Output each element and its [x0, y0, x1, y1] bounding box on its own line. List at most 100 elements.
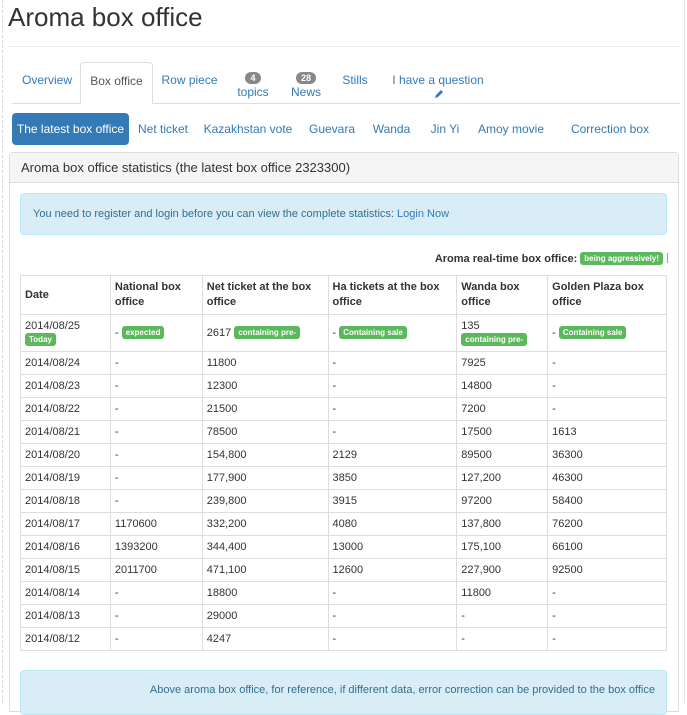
pill-amoy-movie[interactable]: Amoy movie [477, 113, 545, 145]
cell-ha-tickets: - [327, 374, 458, 398]
cell-date: 2014/08/21 [20, 420, 111, 444]
tab-overview-label: Overview [21, 73, 72, 87]
pill-correction-box-office[interactable]: Correction box office [558, 113, 662, 168]
golden-sale-badge: Containing sale [558, 326, 627, 339]
cell-ha-tickets: 2129 [327, 443, 458, 467]
cell-net-ticket: 11800 [201, 351, 329, 375]
cell-golden-plaza: - [547, 627, 667, 651]
net-presale-badge: containing pre- [234, 326, 301, 339]
tab-stills[interactable]: Stills [338, 62, 372, 103]
cell-national: - [109, 351, 203, 375]
pencil-icon [434, 90, 443, 98]
wanda-presale-badge: containing pre- [461, 332, 528, 346]
cell-wanda: 7925 [456, 351, 549, 375]
cell-wanda: 97200 [456, 489, 549, 513]
cell-date: 2014/08/24 [20, 351, 111, 375]
cell-national: - [109, 627, 203, 651]
login-now-link[interactable]: Login Now [397, 208, 449, 220]
cell-date: 2014/08/18 [20, 489, 111, 513]
cell-wanda: 17500 [456, 420, 549, 444]
cell-national: - [109, 489, 203, 513]
cell-net-ticket: 78500 [201, 420, 329, 444]
cell-ha-tickets: - [327, 604, 458, 628]
cell-golden-plaza: - [547, 604, 667, 628]
cell-net-ticket: 21500 [201, 397, 329, 421]
cell-ha-tickets: - [327, 397, 458, 421]
table-row: 2014/08/20-154,800 2129 89500 36300 [20, 443, 667, 467]
cell-national: - [109, 443, 203, 467]
table-row: 2014/08/17 1170600 332,200 4080 137,800 76200 [20, 512, 667, 536]
header-net-ticket: Net ticket at the box office [201, 275, 329, 315]
cell-golden-plaza: - [547, 374, 667, 398]
table-header-row: Date National box office Net ticket at t… [20, 275, 667, 315]
sub-nav-pills: The latest box office Net ticket Kazakhs… [12, 113, 680, 168]
tab-stills-label: Stills [342, 73, 368, 87]
tab-box-office[interactable]: Box office [80, 62, 153, 104]
realtime-label: Aroma real-time box office: [434, 253, 578, 265]
pill-latest-box-office[interactable]: The latest box office [12, 113, 129, 145]
cell-date: 2014/08/19 [20, 466, 111, 490]
login-alert: You need to register and login before yo… [20, 193, 667, 235]
table-row: 2014/08/25 Today - expected 2617 containi… [20, 314, 667, 352]
cell-net-ticket: 239,800 [201, 489, 329, 513]
cell-wanda: - [456, 604, 549, 628]
cell-net-ticket: 344,400 [201, 535, 329, 559]
tab-row-piece[interactable]: Row piece [158, 62, 221, 103]
cell-date: 2014/08/15 [20, 558, 111, 582]
pill-wanda[interactable]: Wanda [369, 113, 414, 145]
topics-count-badge: 4 [245, 72, 261, 84]
wanda-value: 135 [461, 319, 480, 332]
tab-news[interactable]: 28 News [286, 62, 326, 103]
national-value: - [114, 327, 119, 339]
ha-sale-badge: Containing sale [339, 326, 407, 339]
cell-net-ticket: 154,800 [201, 443, 329, 467]
tab-topics[interactable]: 4 topics [233, 62, 273, 103]
expected-badge: expected [121, 326, 165, 339]
cell-wanda: 14800 [456, 374, 549, 398]
cell-net-ticket: 29000 [201, 604, 329, 628]
cell-golden-plaza: 1613 [547, 420, 667, 444]
table-row: 2014/08/13-29000- - - [20, 604, 667, 628]
cell-net-ticket: 177,900 [201, 466, 329, 490]
cell-date: 2014/08/22 [20, 397, 111, 421]
primary-tabs: Overview Box office Row piece 4 topics 2… [12, 62, 680, 104]
cell-ha-tickets: 13000 [327, 535, 458, 559]
pill-jin-yi[interactable]: Jin Yi [426, 113, 464, 145]
login-alert-text: You need to register and login before yo… [33, 208, 398, 220]
pill-kazakhstan-vote[interactable]: Kazakhstan vote [203, 113, 293, 145]
tab-news-label: News [290, 85, 321, 99]
footer-note-text: Above aroma box office, for reference, i… [149, 684, 655, 696]
pill-guevara[interactable]: Guevara [306, 113, 358, 145]
cell-ha-tickets: 3850 [327, 466, 458, 490]
page-title: Aroma box office [8, 2, 203, 32]
cell-date: 2014/08/17 [20, 512, 111, 536]
page-right-border [684, 0, 685, 703]
tab-question[interactable]: I have a question [390, 62, 486, 103]
header-national: National box office [109, 275, 203, 315]
header-wanda: Wanda box office [456, 275, 549, 315]
cell-ha-tickets: - [327, 627, 458, 651]
table-row: 2014/08/15 2011700 471,100 12600 227,900 9250… [20, 558, 667, 582]
realtime-box-office: Aroma real-time box office: being aggres… [435, 252, 668, 265]
pill-net-ticket[interactable]: Net ticket [136, 113, 190, 145]
table-row: 2014/08/16 1393200 344,400 13000 175,100 6610… [20, 535, 667, 559]
news-count-badge: 28 [295, 72, 316, 84]
tab-box-office-label: Box office [90, 74, 143, 88]
cell-golden-plaza: 92500 [547, 558, 667, 582]
cell-ha-tickets: - [327, 351, 458, 375]
cell-date: 2014/08/13 [20, 604, 111, 628]
header-ha-tickets: Ha tickets at the box office [327, 275, 458, 315]
cell-net-ticket: 2617 containing pre- [201, 314, 329, 352]
cell-wanda: 89500 [456, 443, 549, 467]
cell-wanda: - [456, 627, 549, 651]
cell-national: - [109, 581, 203, 605]
cell-ha-tickets: 3915 [327, 489, 458, 513]
table-row: 2014/08/24-11800-7925- [20, 351, 667, 375]
cell-wanda: 7200 [456, 397, 549, 421]
cell-net-ticket: 12300 [201, 374, 329, 398]
cell-golden-plaza: 46300 [547, 466, 667, 490]
tab-overview[interactable]: Overview [12, 62, 82, 103]
cell-date: 2014/08/16 [20, 535, 111, 559]
table-row: 2014/08/14-18800-11800- [20, 581, 667, 605]
realtime-divider [667, 253, 668, 263]
